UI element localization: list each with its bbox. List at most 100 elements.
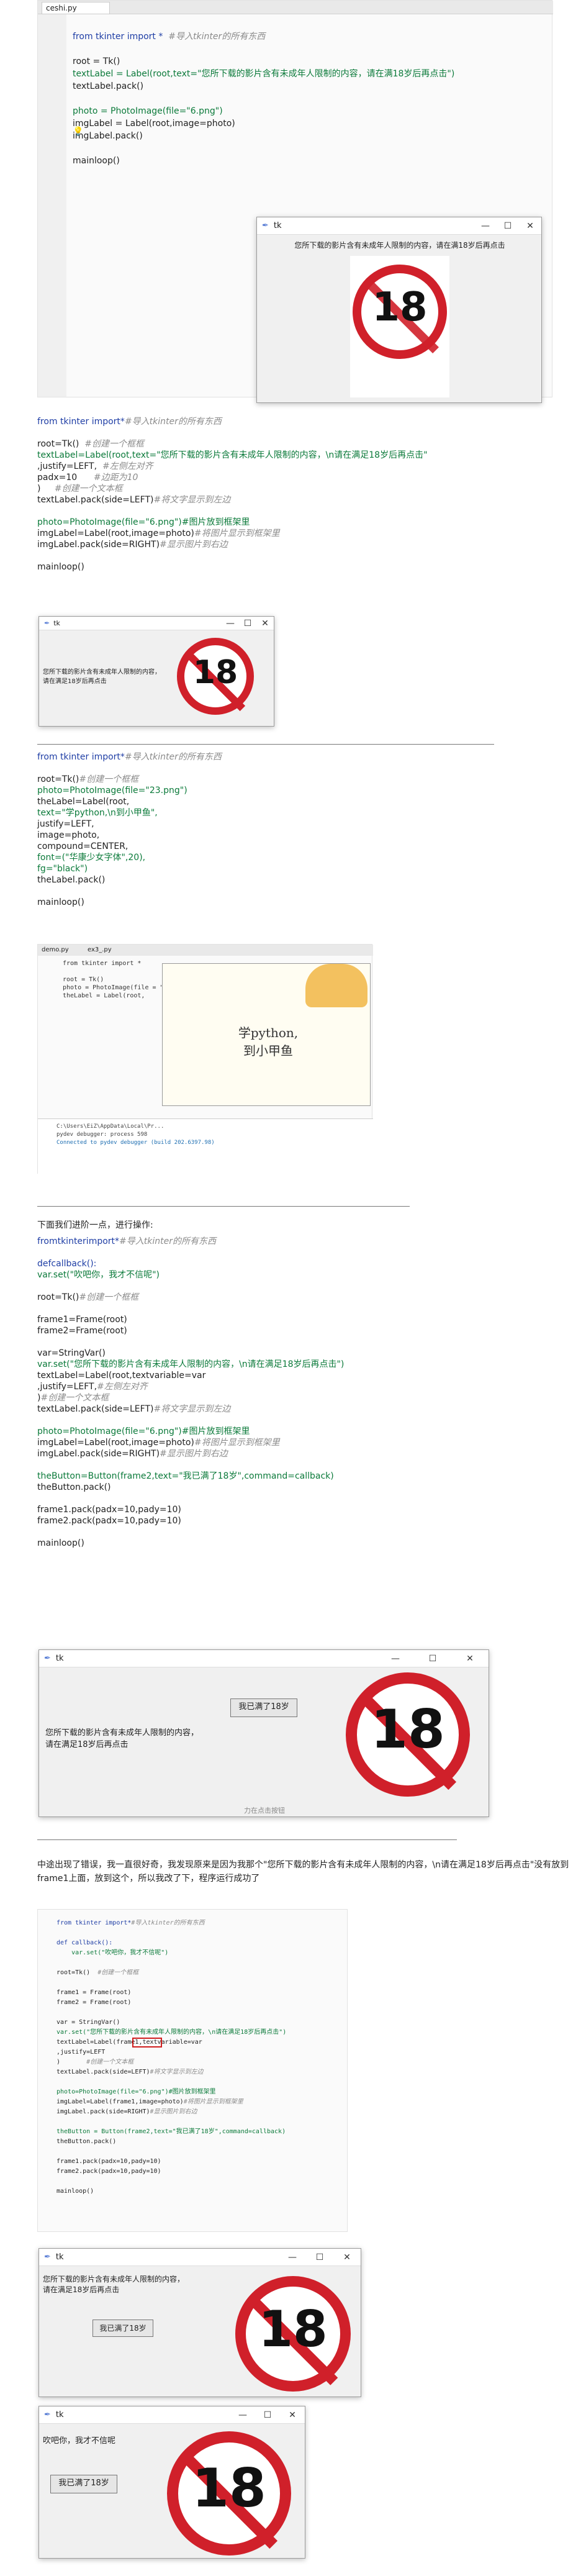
- console-line: C:\Users\EiZ\AppData\Local\Pr...: [56, 1123, 165, 1130]
- code-line: root=Tk() #创建一个框框: [56, 1969, 139, 1976]
- ide-screenshot-1: ceshi.py from tkinter import * #导入tkinte…: [37, 0, 553, 403]
- i-am-18-button[interactable]: 我已满了18岁: [92, 2320, 153, 2337]
- code-line: ) #创建一个文本框: [37, 484, 123, 494]
- minimize-icon[interactable]: —: [279, 2252, 306, 2262]
- lightbulb-icon: 💡: [73, 127, 84, 137]
- code-line: imgLabel=Label(frame1,image=photo)#将图片显示…: [56, 2098, 243, 2105]
- tk-label-text: 您所下载的影片含有未成年人限制的内容， 请在满足18岁后再点击: [43, 2275, 185, 2294]
- tk-titlebar: ✒ tk — ☐ ✕: [257, 217, 541, 235]
- ide-gutter: [38, 14, 66, 397]
- code-line: photo=PhotoImage(file="6.png")#图片放到框架里: [56, 2088, 216, 2095]
- divider: [37, 744, 494, 745]
- code-line: from tkinter import*#导入tkinter的所有东西: [37, 417, 222, 427]
- tk-window-5[interactable]: ✒ tk — ☐ ✕ 您所下载的影片含有未成年人限制的内容， 请在满足18岁后再点击…: [38, 2248, 361, 2397]
- code-line: var = StringVar(): [56, 2019, 120, 2026]
- code-line: frame2 = Frame(root): [56, 1999, 132, 2006]
- minimize-icon[interactable]: —: [230, 2410, 255, 2420]
- sign-number: 18: [258, 2300, 328, 2358]
- ide-screenshot-5: from tkinter import*#导入tkinter的所有东西 def …: [37, 1909, 348, 2232]
- code-line: imgLabel.pack(side=RIGHT)#显示图片到右边: [37, 1449, 228, 1459]
- code-line: justify=LEFT,: [37, 819, 94, 829]
- no-18-sign-icon: 18: [346, 1672, 470, 1797]
- code-line: root=Tk()#创建一个框框: [37, 1292, 139, 1302]
- tk-label-text: 吹吧你，我才不信呢: [43, 2436, 116, 2446]
- window-title: tk: [55, 2252, 64, 2262]
- tk-window-2[interactable]: ✒ tk — ☐ ✕ 您所下载的影片含有未成年人限制的内容， 请在满足18岁后再点击…: [38, 616, 274, 727]
- ide-code-area[interactable]: from tkinter import*#导入tkinter的所有东西 def …: [56, 1918, 342, 2197]
- tk-window-1[interactable]: ✒ tk — ☐ ✕ 您所下载的影片含有未成年人限制的内容，请在满18岁后再点击…: [256, 217, 542, 403]
- code-line: textLabel = Label(root,text="您所下载的影片含有未成…: [73, 69, 455, 79]
- maximize-icon[interactable]: ☐: [239, 619, 256, 628]
- code-line: var.set("您所下载的影片含有未成年人限制的内容，\n请在满足18岁后再点…: [37, 1359, 345, 1369]
- code-line: var.set("您所下载的影片含有未成年人限制的内容，\n请在满足18岁后再点…: [56, 2029, 287, 2036]
- decorative-bear-image: [305, 964, 367, 1007]
- window-title: tk: [273, 221, 282, 230]
- close-icon[interactable]: ✕: [280, 2410, 305, 2420]
- code-line: frame2.pack(padx=10,pady=10): [37, 1516, 181, 1526]
- sign-number: 18: [192, 654, 238, 691]
- ide-tab[interactable]: ceshi.py: [42, 2, 110, 14]
- maximize-icon[interactable]: ☐: [255, 2410, 280, 2420]
- divider: [37, 1206, 410, 1207]
- ide-tab[interactable]: ex3_.py: [88, 946, 112, 953]
- feather-icon: ✒: [44, 1654, 51, 1663]
- feather-icon: ✒: [44, 619, 50, 627]
- code-line: photo=PhotoImage(file="23.png"): [37, 786, 187, 796]
- code-line: fromtkinterimport*#导入tkinter的所有东西: [37, 1236, 216, 1246]
- code-line: frame1=Frame(root): [37, 1315, 127, 1325]
- feather-icon: ✒: [262, 221, 269, 230]
- highlight-box: [132, 2038, 162, 2048]
- code-line: photo=PhotoImage(file="6.png")#图片放到框架里: [37, 1426, 250, 1436]
- code-line: image=photo,: [37, 830, 100, 840]
- minimize-icon[interactable]: —: [377, 1654, 414, 1664]
- section-heading: 下面我们进阶一点，进行操作:: [37, 1220, 153, 1230]
- close-icon[interactable]: ✕: [333, 2252, 361, 2262]
- code-block-2: from tkinter import*#导入tkinter的所有东西 root…: [37, 416, 546, 573]
- code-line: imgLabel.pack(side=RIGHT)#显示图片到右边: [37, 540, 228, 550]
- maximize-icon[interactable]: ☐: [306, 2252, 333, 2262]
- code-line: textLabel.pack(side=LEFT)#将文字显示到左边: [37, 1404, 231, 1414]
- code-line: textLabel.pack(side=LEFT)#将文字显示到左边: [56, 2069, 204, 2075]
- tk-window-3[interactable]: 学python, 到小甲鱼: [162, 963, 371, 1106]
- close-icon[interactable]: ✕: [519, 221, 541, 231]
- i-am-18-button[interactable]: 我已满了18岁: [230, 1698, 297, 1717]
- code-line: imgLabel = Label(root,image=photo): [73, 119, 235, 129]
- code-line: ,justify=LEFT, #左侧左对齐: [37, 461, 153, 471]
- i-am-18-button[interactable]: 我已满了18岁: [50, 2475, 117, 2493]
- ide-code-area[interactable]: from tkinter import * #导入tkinter的所有东西 ro…: [73, 30, 544, 167]
- tk-window-6[interactable]: ✒ tk — ☐ ✕ 吹吧你，我才不信呢 我已满了18岁 18: [38, 2406, 305, 2559]
- code-line: imgLabel=Label(root,image=photo)#将图片显示到框…: [37, 1438, 280, 1448]
- close-icon[interactable]: ✕: [451, 1654, 489, 1664]
- code-line: photo = PhotoImage(file="6.png"): [73, 106, 223, 116]
- code-line: ) #创建一个文本框: [56, 2059, 134, 2066]
- maximize-icon[interactable]: ☐: [414, 1654, 451, 1664]
- maximize-icon[interactable]: ☐: [497, 221, 519, 231]
- code-line: font=("华康少女字体",20),: [37, 853, 146, 863]
- code-line: theButton.pack(): [37, 1482, 111, 1492]
- partial-text: 力在点击按钮: [244, 1807, 285, 1815]
- close-icon[interactable]: ✕: [256, 619, 274, 628]
- console-line: Connected to pydev debugger (build 202.6…: [56, 1140, 215, 1146]
- code-line: photo=PhotoImage(file="6.png")#图片放到框架里: [37, 517, 250, 527]
- minimize-icon[interactable]: —: [222, 619, 239, 628]
- ide-tab[interactable]: demo.py: [42, 946, 69, 953]
- tk-window-4[interactable]: ✒ tk — ☐ ✕ 我已满了18岁 您所下载的影片含有未成年人限制的内容， 请在满…: [38, 1649, 489, 1817]
- minimize-icon[interactable]: —: [474, 221, 497, 231]
- tk-label-text: 您所下载的影片含有未成年人限制的内容， 请在满足18岁后再点击: [43, 669, 161, 685]
